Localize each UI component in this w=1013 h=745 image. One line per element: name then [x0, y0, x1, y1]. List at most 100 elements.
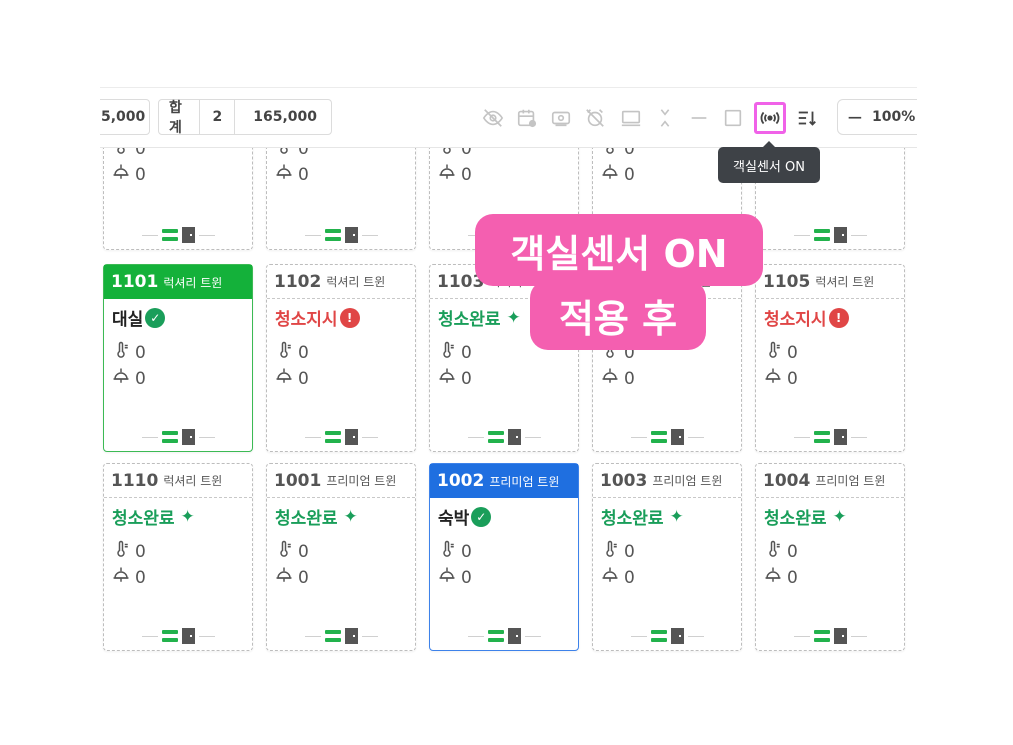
card-footer — [756, 628, 904, 644]
card-footer — [267, 628, 415, 644]
room-number: 1003 — [600, 470, 648, 491]
overlay-caption-line1: 객실센서 ON — [475, 214, 763, 286]
light-metric: 0 — [112, 367, 146, 390]
room-card-1003[interactable]: 1003 프리미엄 트윈 청소완료 ✦ 0 0 — [592, 463, 742, 651]
lamp-icon — [275, 367, 298, 390]
temperature-metric: 0 — [275, 148, 309, 160]
check-circle-icon: ✓ — [145, 307, 166, 328]
lamp-icon — [275, 163, 298, 186]
alert-icon: ! — [339, 307, 360, 328]
card-footer — [593, 429, 741, 445]
sort-icon[interactable] — [794, 105, 820, 131]
room-status: 청소완료 ✦ — [438, 305, 525, 331]
room-status: 청소지시! — [764, 305, 849, 330]
door-icon — [181, 429, 195, 445]
bed-status-icon — [324, 630, 341, 642]
light-value: 0 — [298, 567, 309, 588]
thermometer-icon — [275, 341, 298, 364]
ticket-icon[interactable] — [548, 105, 574, 131]
room-type: 프리미엄 트윈 — [652, 474, 723, 488]
temperature-value: 0 — [135, 148, 146, 159]
room-type: 럭셔리 트윈 — [163, 275, 223, 290]
room-card[interactable]: 0 0 — [103, 148, 253, 250]
room-card-1001[interactable]: 1001 프리미엄 트윈 청소완료 ✦ 0 0 — [266, 463, 416, 651]
temperature-metric: 0 — [112, 540, 146, 563]
minus-icon[interactable] — [686, 105, 712, 131]
collapse-icon[interactable] — [652, 105, 678, 131]
card-footer — [756, 429, 904, 445]
status-label: 청소지시 — [275, 310, 338, 330]
room-card-1004[interactable]: 1004 프리미엄 트윈 청소완료 ✦ 0 0 — [755, 463, 905, 651]
sparkle-icon: ✦ — [669, 506, 684, 527]
light-metric: 0 — [112, 566, 146, 589]
room-type: 럭셔리 트윈 — [815, 275, 875, 289]
temperature-metric: 0 — [601, 540, 635, 563]
light-value: 0 — [461, 368, 472, 389]
sparkle-icon: ✦ — [343, 506, 358, 527]
thermometer-icon — [438, 540, 461, 563]
alarm-off-icon[interactable] — [582, 105, 608, 131]
light-value: 0 — [135, 164, 146, 185]
door-icon — [181, 227, 195, 243]
bed-status-icon — [161, 630, 178, 642]
room-status: 숙박 ✓ — [438, 504, 492, 529]
lamp-icon — [112, 367, 135, 390]
temperature-metric: 0 — [438, 540, 472, 563]
card-header: 1004 프리미엄 트윈 — [756, 464, 904, 498]
light-metric: 0 — [764, 367, 798, 390]
light-value: 0 — [298, 368, 309, 389]
room-card-1102[interactable]: 1102 럭셔리 트윈 청소지시! 0 0 — [266, 264, 416, 452]
lamp-icon — [764, 566, 787, 589]
bed-status-icon — [813, 431, 830, 443]
card-header: 1110 럭셔리 트윈 — [104, 464, 252, 498]
bed-status-icon — [161, 431, 178, 443]
temperature-metric: 0 — [275, 341, 309, 364]
door-icon — [344, 429, 358, 445]
bed-status-icon — [487, 431, 504, 443]
room-card-1002[interactable]: 1002 프리미엄 트윈 숙박 ✓ 0 0 — [429, 463, 579, 651]
room-status: 청소완료 ✦ — [112, 504, 199, 530]
room-card[interactable]: 0 0 — [266, 148, 416, 250]
lamp-icon — [112, 163, 135, 186]
eye-off-icon[interactable] — [480, 105, 506, 131]
temperature-value: 0 — [135, 342, 146, 363]
room-card-1105[interactable]: 1105 럭셔리 트윈 청소지시! 0 0 — [755, 264, 905, 452]
room-type: 럭셔리 트윈 — [326, 275, 386, 289]
zoom-control: − 100% — [837, 99, 917, 135]
thermometer-icon — [275, 148, 298, 160]
door-icon — [344, 628, 358, 644]
status-label: 청소완료 — [112, 509, 175, 529]
temperature-metric: 0 — [764, 341, 798, 364]
temperature-metric: 0 — [112, 148, 146, 160]
room-status: 청소지시! — [275, 305, 360, 330]
room-card-1101[interactable]: 1101 럭셔리 트윈 대실 ✓ 0 0 — [103, 264, 253, 452]
lamp-icon — [438, 566, 461, 589]
card-footer — [267, 227, 415, 243]
temperature-value: 0 — [624, 148, 635, 159]
monitor-icon[interactable] — [618, 105, 644, 131]
total-amount: 165,000 — [234, 100, 331, 134]
card-footer — [104, 227, 252, 243]
alert-icon: ! — [828, 307, 849, 328]
room-type: 프리미엄 트윈 — [489, 474, 560, 489]
room-number: 1002 — [437, 471, 485, 491]
total-count: 2 — [199, 100, 234, 134]
temperature-metric: 0 — [275, 540, 309, 563]
light-metric: 0 — [764, 566, 798, 589]
card-footer — [430, 628, 578, 644]
zoom-out-button[interactable]: − — [838, 105, 872, 129]
door-icon — [670, 429, 684, 445]
light-metric: 0 — [438, 163, 472, 186]
room-card-1110[interactable]: 1110 럭셔리 트윈 청소완료 ✦ 0 0 — [103, 463, 253, 651]
temperature-value: 0 — [461, 541, 472, 562]
bed-status-icon — [324, 431, 341, 443]
sensor-icon[interactable] — [754, 102, 786, 134]
calendar-icon[interactable] — [514, 105, 540, 131]
lamp-icon — [112, 566, 135, 589]
door-icon — [507, 628, 521, 644]
square-icon[interactable] — [720, 105, 746, 131]
temperature-metric: 0 — [601, 148, 635, 160]
room-status: 청소완료 ✦ — [764, 504, 851, 530]
partial-amount: 5,000 — [101, 109, 146, 125]
card-footer — [104, 628, 252, 644]
